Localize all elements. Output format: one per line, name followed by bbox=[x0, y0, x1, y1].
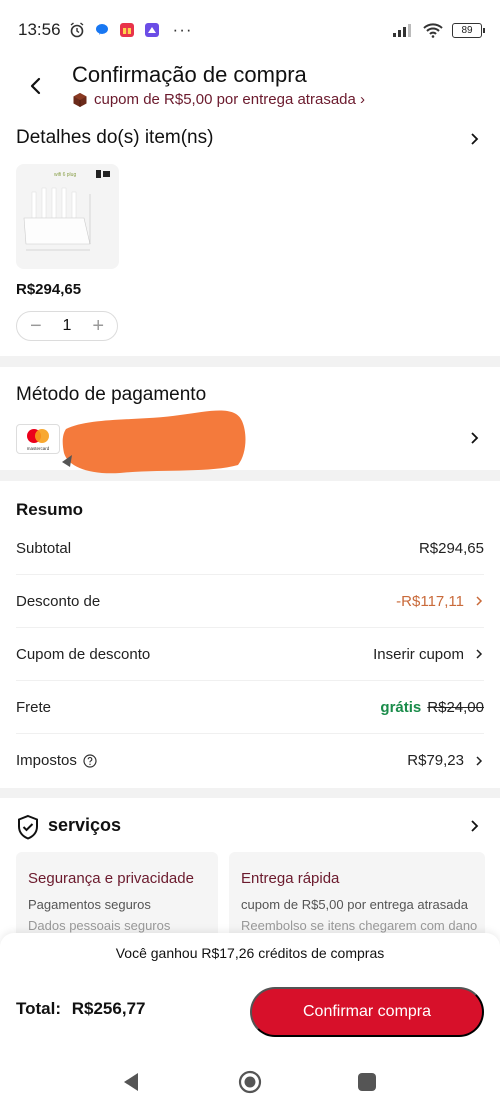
subtotal-value: R$294,65 bbox=[418, 539, 484, 557]
help-circle-icon[interactable] bbox=[83, 753, 97, 768]
signal-icon bbox=[393, 24, 411, 37]
redacted-card-info bbox=[62, 410, 246, 474]
battery-icon: 89 bbox=[452, 22, 485, 38]
total-value: R$256,77 bbox=[71, 999, 146, 1018]
late-delivery-coupon-link[interactable]: cupom de R$5,00 por entrega atrasada › bbox=[72, 91, 365, 108]
product-image[interactable]: wifi 6 plug bbox=[16, 164, 119, 269]
more-notifications-icon: ··· bbox=[172, 20, 193, 39]
coupon-label: Cupom de desconto bbox=[16, 645, 151, 663]
credits-earned-text: Você ganhou R$17,26 créditos de compras bbox=[115, 945, 385, 961]
service-card-line: Dados pessoais seguros bbox=[28, 918, 171, 933]
coupon-row[interactable]: Cupom de desconto Inserir cupom bbox=[16, 628, 484, 681]
card-brand-text: mastercard bbox=[27, 446, 50, 451]
checkout-bar: Você ganhou R$17,26 créditos de compras … bbox=[0, 933, 500, 1053]
shipping-label: Frete bbox=[16, 698, 52, 716]
confirm-purchase-button[interactable]: Confirmar compra bbox=[250, 987, 484, 1037]
taxes-row[interactable]: Impostos R$79,23 bbox=[16, 734, 484, 787]
page-title: Confirmação de compra bbox=[72, 62, 307, 87]
service-card-line: Pagamentos seguros bbox=[28, 897, 151, 912]
chevron-right-icon bbox=[476, 649, 483, 659]
messenger-icon bbox=[95, 24, 108, 35]
payment-method-section[interactable]: Método de pagamento mastercard bbox=[0, 367, 500, 474]
chevron-right-icon[interactable] bbox=[468, 432, 480, 444]
nav-back-icon[interactable] bbox=[120, 1070, 144, 1094]
nav-home-icon[interactable] bbox=[238, 1070, 262, 1094]
service-card-line: Reembolso se itens chegarem com dano bbox=[241, 918, 478, 933]
product-image-caption: wifi 6 plug bbox=[54, 172, 76, 178]
service-card-title: Segurança e privacidade bbox=[28, 870, 194, 887]
chevron-right-icon[interactable] bbox=[468, 133, 480, 145]
status-time: 13:56 bbox=[18, 20, 61, 39]
service-card-title: Entrega rápida bbox=[241, 870, 340, 887]
gift-icon bbox=[119, 23, 134, 37]
nav-recents-icon[interactable] bbox=[355, 1070, 379, 1094]
discount-row[interactable]: Desconto de -R$117,11 bbox=[16, 575, 484, 628]
taxes-value: R$79,23 bbox=[407, 752, 464, 769]
page-header: Confirmação de compra cupom de R$5,00 po… bbox=[0, 60, 500, 120]
system-status: 89 bbox=[392, 22, 485, 38]
quantity-stepper[interactable]: − 1 + bbox=[16, 311, 118, 341]
subtotal-label: Subtotal bbox=[16, 539, 72, 557]
shipping-free-label: grátis bbox=[380, 698, 422, 716]
decrease-quantity-button[interactable]: − bbox=[30, 316, 42, 336]
coupon-notice-text: cupom de R$5,00 por entrega atrasada › bbox=[94, 91, 366, 108]
taxes-label: Impostos bbox=[16, 752, 77, 769]
subtotal-row: Subtotal R$294,65 bbox=[16, 522, 484, 575]
app-icon bbox=[144, 23, 159, 37]
wifi-icon bbox=[423, 23, 443, 38]
mastercard-logo: mastercard bbox=[16, 424, 60, 454]
back-arrow-icon[interactable] bbox=[24, 74, 48, 98]
shipping-row: Frete grátis R$24,00 bbox=[16, 681, 484, 734]
product-price: R$294,65 bbox=[16, 281, 82, 298]
shield-check-icon bbox=[18, 814, 38, 840]
discount-value: -R$117,11 bbox=[396, 592, 464, 610]
total-price: Total: R$256,77 bbox=[16, 999, 145, 1019]
item-details-section: Detalhes do(s) item(ns) wifi 6 plug R$29… bbox=[0, 120, 500, 356]
chevron-right-icon bbox=[476, 755, 483, 766]
box-icon bbox=[73, 92, 87, 107]
chevron-right-icon[interactable] bbox=[468, 820, 480, 832]
summary-section: Resumo Subtotal R$294,65 Desconto de -R$… bbox=[0, 481, 500, 788]
total-label: Total: bbox=[16, 999, 62, 1018]
quantity-value: 1 bbox=[62, 317, 72, 334]
item-details-title: Detalhes do(s) item(ns) bbox=[16, 127, 214, 148]
system-navigation-bar bbox=[0, 1053, 500, 1111]
discount-label: Desconto de bbox=[16, 592, 101, 610]
summary-title: Resumo bbox=[16, 500, 84, 519]
service-card-line: cupom de R$5,00 por entrega atrasada bbox=[241, 897, 468, 912]
alarm-icon bbox=[70, 22, 83, 38]
notification-icons: ··· bbox=[69, 20, 193, 40]
payment-method-title: Método de pagamento bbox=[16, 384, 207, 405]
shipping-original-price: R$24,00 bbox=[427, 698, 484, 716]
services-title: serviços bbox=[48, 815, 122, 835]
increase-quantity-button[interactable]: + bbox=[92, 316, 104, 336]
chevron-right-icon bbox=[476, 596, 483, 606]
status-bar: 13:56 ··· 89 bbox=[0, 0, 500, 60]
insert-coupon-link[interactable]: Inserir cupom bbox=[373, 646, 464, 663]
